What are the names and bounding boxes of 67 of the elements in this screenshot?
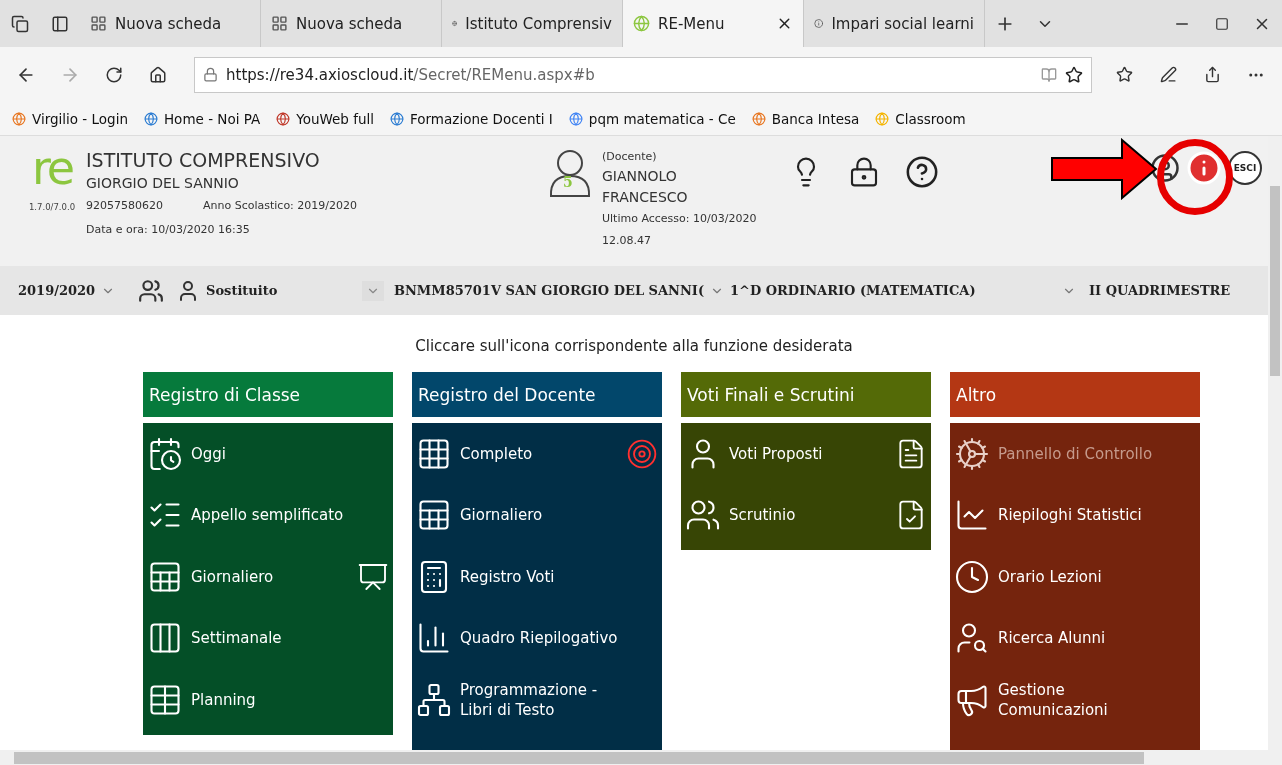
menu-item[interactable]: Appello semplificato [143, 484, 393, 546]
section-header: Altro [950, 372, 1200, 417]
bookmark-link[interactable]: Formazione Docenti I [390, 110, 553, 127]
school-code: 92057580620 [86, 198, 163, 214]
menu-item[interactable]: Planning [143, 669, 393, 731]
instruction-text: Cliccare sull'icona corrispondente alla funzione desiderata [414, 337, 854, 355]
globe-icon [143, 111, 158, 126]
scrollbar-thumb[interactable] [1270, 186, 1280, 376]
menu-item[interactable]: Orario Lezioni [950, 546, 1200, 608]
globe-icon [568, 111, 583, 126]
school-year-text: Anno Scolastico: 2019/2020 [203, 198, 357, 214]
menu-item[interactable]: Registro Voti [412, 546, 662, 608]
menu-item[interactable]: Ricerca Alunni [950, 607, 1200, 669]
school-name: GIORGIO DEL SANNIO [86, 174, 240, 193]
bookmark-link[interactable]: Banca Intesa [751, 110, 860, 127]
section-header: Registro di Classe [143, 372, 393, 417]
bookmark-link[interactable]: YouWeb full [276, 110, 374, 127]
role-select[interactable]: Sostituito [176, 278, 362, 303]
tab-favicon-icon [90, 15, 107, 32]
star-icon[interactable] [1065, 65, 1083, 84]
bookmark-link[interactable]: Virgilio - Login [12, 110, 128, 127]
user-name: GIANNOLO FRANCESCO [602, 167, 689, 207]
menu-item[interactable]: Giornaliero [412, 484, 662, 546]
menu-item[interactable]: Voti Proposti [681, 423, 931, 485]
menu-item[interactable]: Gestione Comunicazioni [950, 669, 1200, 731]
school-select[interactable]: BNMM85701V SAN GIORGIO DEL SANNI( [394, 283, 730, 298]
clock-icon [954, 558, 990, 595]
class-select[interactable]: 1^D ORDINARIO (MATEMATICA) [730, 283, 1076, 298]
menu-item[interactable]: Giornaliero [143, 546, 393, 608]
menu-item[interactable]: Completo [412, 423, 662, 485]
user-role: (Docente) [602, 149, 658, 165]
logout-button[interactable]: ESCI [1228, 151, 1262, 185]
section-header: Registro del Docente [412, 372, 662, 417]
bookmark-link[interactable]: Classroom [875, 110, 966, 127]
tab-favicon-icon [633, 15, 650, 32]
notification-count: 5 [563, 174, 573, 190]
version-text: 1.7.0/7.0.0 [28, 202, 76, 212]
bookmark-link[interactable]: Home - Noi PA [143, 110, 261, 127]
browser-tab[interactable]: RE-Menu [623, 0, 804, 47]
globe-icon [390, 111, 404, 126]
menu-item[interactable]: Oggi [143, 423, 393, 485]
last-access-text: Ultimo Accesso: 10/03/2020 12.08.47 [602, 211, 758, 249]
address-field[interactable]: https://re34.axioscloud.it/Secret/REMenu.aspx#b [194, 56, 1092, 93]
section-header: Voti Finali e Scrutini [681, 372, 931, 417]
menu-item[interactable]: Riepiloghi Statistici [950, 484, 1200, 546]
globe-icon [751, 111, 766, 126]
globe-icon [12, 111, 26, 126]
scrollbar-thumb[interactable] [14, 751, 1144, 764]
reading-view-icon[interactable] [1041, 66, 1057, 83]
school-name: ISTITUTO COMPRENSIVO [86, 148, 321, 172]
year-select[interactable]: 2019/2020 [18, 283, 138, 298]
date-time-text: Data e ora: 10/03/2020 16:35 [86, 222, 250, 238]
menu-item[interactable]: Settimanale [143, 607, 393, 669]
calendar-clock-icon [147, 435, 183, 472]
globe-icon [276, 111, 291, 126]
class-icon[interactable] [138, 277, 164, 304]
logo: re [31, 148, 73, 188]
info-icon[interactable] [1186, 150, 1222, 186]
lock-icon [203, 67, 218, 82]
tab-favicon-icon [271, 15, 288, 32]
globe-icon [875, 111, 890, 126]
menu-item[interactable]: Quadro Riepilogativo [412, 607, 662, 669]
menu-item[interactable]: Programmazione - Libri di Testo [412, 669, 662, 731]
bookmark-link[interactable]: pqm matematica - Ce [568, 110, 736, 127]
menu-item[interactable]: Scrutinio [681, 484, 931, 546]
target-icon [626, 437, 658, 470]
tree-icon [416, 681, 452, 718]
